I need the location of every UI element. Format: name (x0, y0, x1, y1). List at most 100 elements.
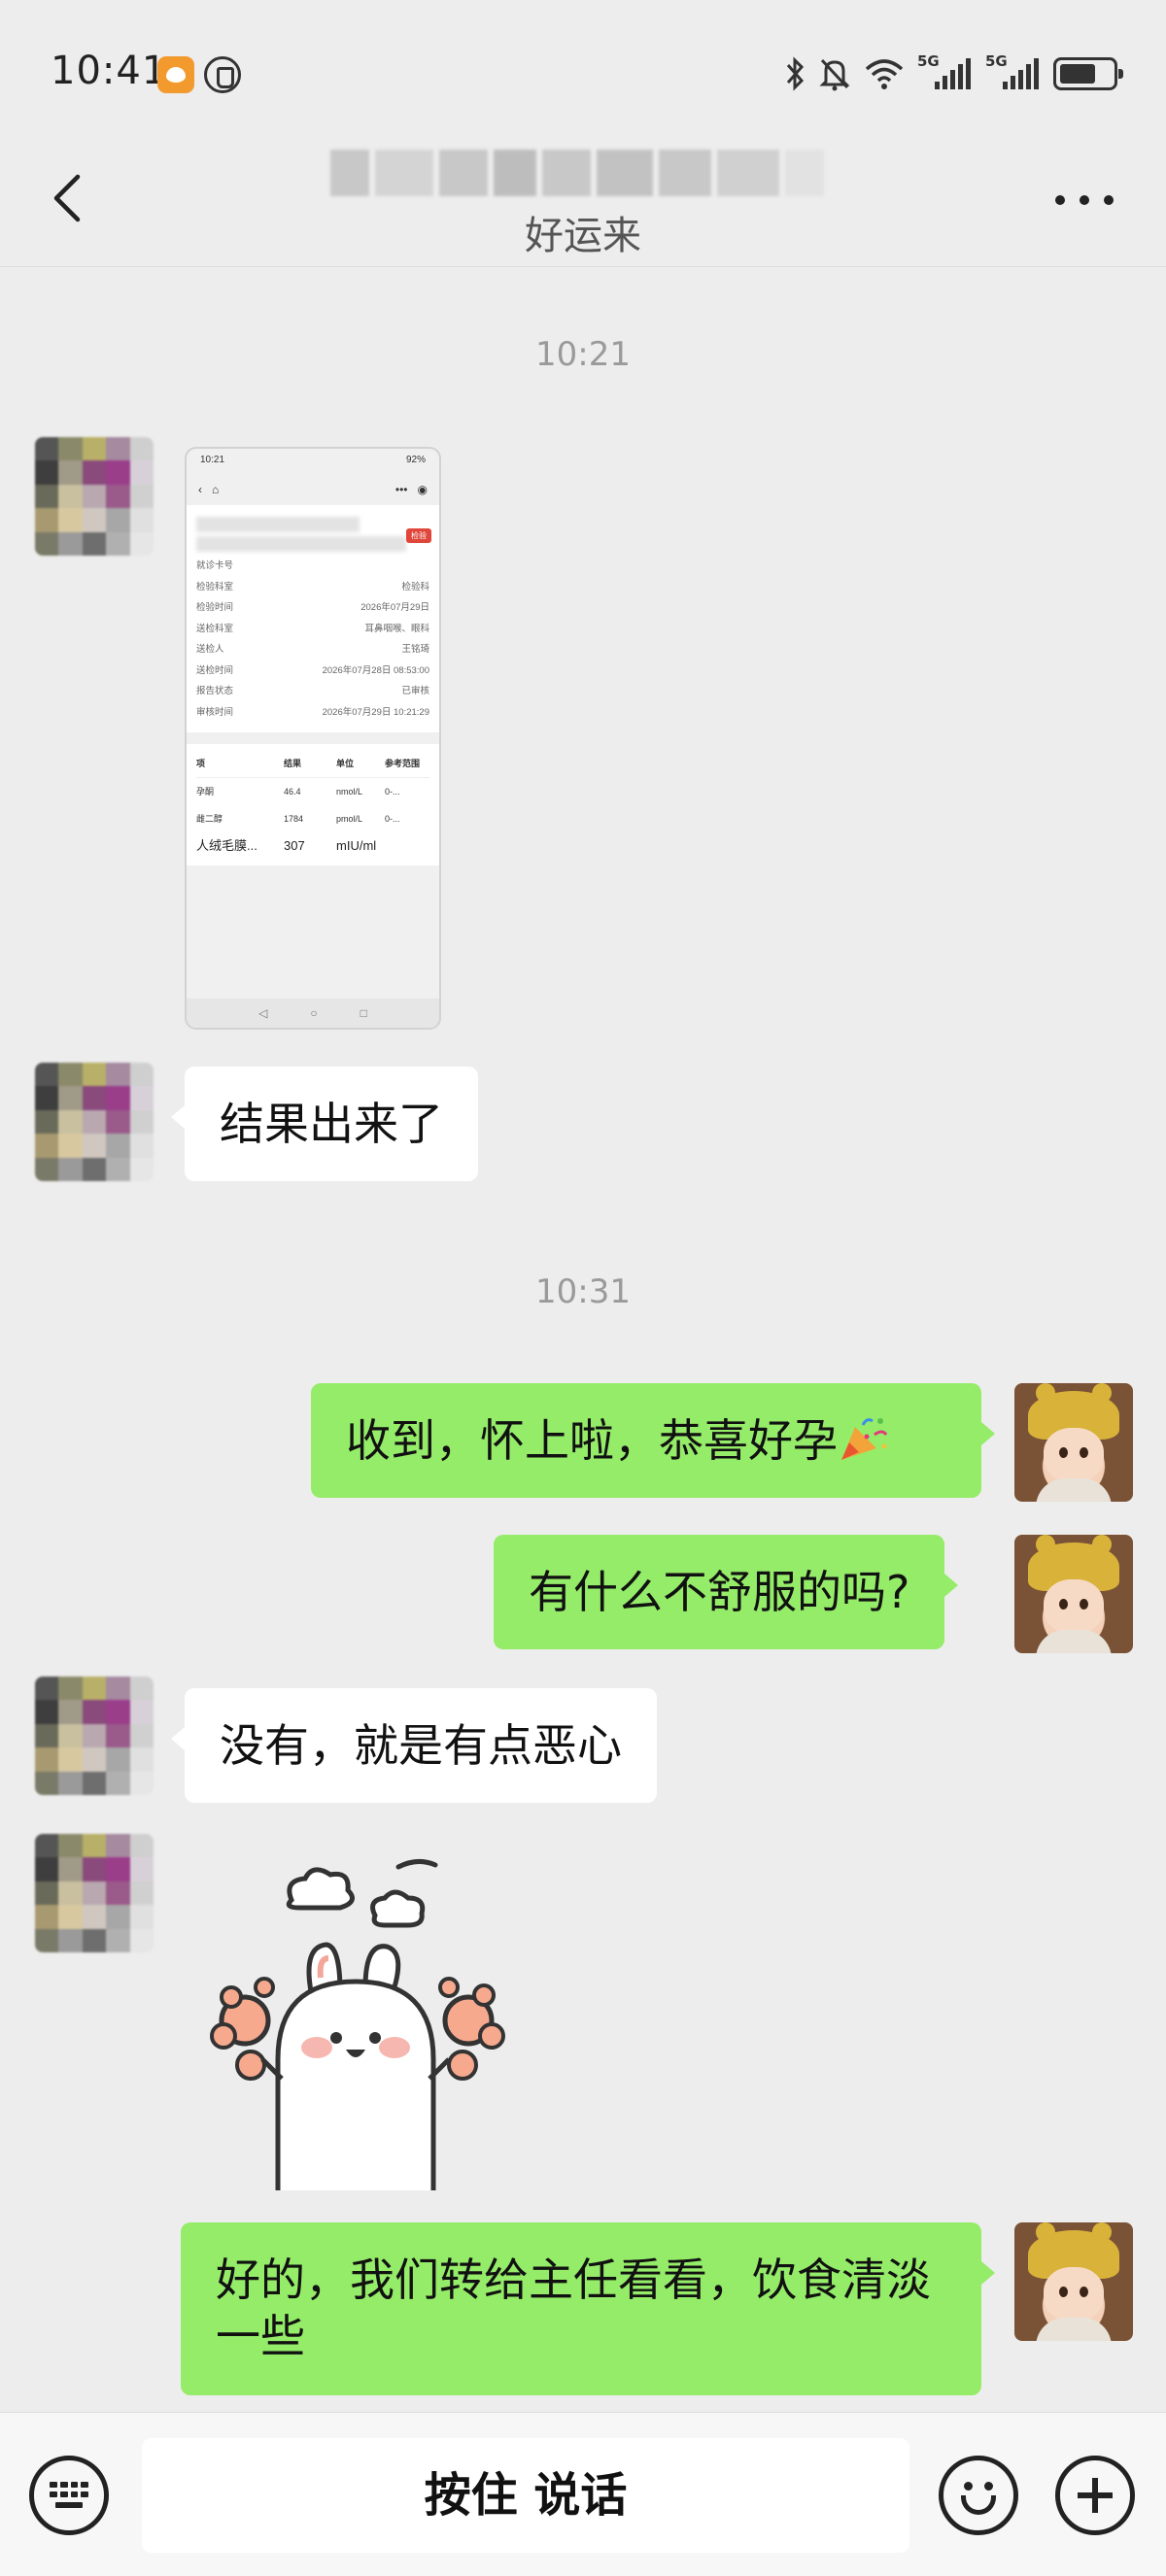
avatar-body (1036, 2318, 1112, 2341)
cell-signal-icon-1: 5G (917, 52, 972, 91)
thumb-system-nav: ◁ ○ □ (187, 999, 439, 1028)
thumb-nav: ‹ ⌂ ••• ◉ (187, 474, 439, 505)
mute-bell-icon (818, 56, 851, 91)
thumb-row-value: 2026年07月29日 (360, 602, 429, 613)
thumb-nav-home-icon: ○ (310, 1006, 318, 1020)
table-header-cell: 结果 (284, 759, 302, 768)
thumb-row-value: 2026年07月28日 08:53:00 (322, 664, 429, 676)
status-icons: 5G 5G (785, 52, 1123, 95)
message-text: 结果出来了 (220, 1098, 443, 1150)
message-bubble-outgoing[interactable]: 有什么不舒服的吗? (494, 1535, 959, 1649)
thumb-row-value: 2026年07月29日 10:21:29 (322, 706, 429, 718)
table-row: 孕酮 46.4 nmol/L 0-... (196, 778, 429, 805)
thumb-table-header: 项 结果 单位 参考范围 (196, 750, 429, 778)
thumb-row-label: 就诊卡号 (196, 560, 234, 571)
thumb-report-row: 就诊卡号 (196, 556, 429, 577)
avatar-face (1044, 1428, 1104, 1482)
bluetooth-icon (785, 56, 805, 91)
thumb-row-label: 送检人 (196, 644, 224, 655)
avatar-contact[interactable] (35, 1677, 154, 1795)
thumb-report-row: 审核时间 2026年07月29日 10:21:29 (196, 702, 429, 724)
thumb-report-row: 送检科室 耳鼻咽喉、眼科 (196, 619, 429, 640)
thumb-row-label: 送检时间 (196, 664, 234, 676)
thumb-nav-back-icon: ◁ (258, 1006, 268, 1020)
timestamp: 10:31 (535, 1272, 631, 1311)
chat-input-bar: 按住 说话 (0, 2412, 1166, 2576)
thumb-nav-recent-icon: □ (360, 1006, 367, 1020)
avatar-self[interactable] (1014, 1383, 1133, 1502)
chat-header: 好运来 (0, 146, 1166, 267)
hold-to-talk-button[interactable]: 按住 说话 (142, 2438, 909, 2553)
table-cell: 46.4 (284, 787, 301, 797)
thumb-back-icon: ‹ (198, 483, 202, 496)
thumb-close-icon: ◉ (417, 483, 428, 496)
table-cell: nmol/L (336, 787, 363, 797)
message-text: 没有，就是有点恶心 (220, 1719, 622, 1772)
timestamp: 10:21 (535, 335, 631, 374)
thumb-redacted-info (196, 536, 406, 552)
thumb-result-table: 项 结果 单位 参考范围 孕酮 46.4 nmol/L 0-... 雌二醇 17… (187, 744, 439, 865)
thumb-row-label: 报告状态 (196, 686, 234, 696)
table-header-cell: 参考范围 (385, 759, 421, 768)
more-icon[interactable] (1055, 190, 1114, 210)
battery-icon (1053, 57, 1123, 90)
thumb-battery: 92% (405, 455, 426, 465)
thumb-row-value: 耳鼻咽喉、眼科 (364, 623, 429, 634)
table-header-cell: 项 (196, 759, 206, 768)
thumb-row-label: 检验时间 (196, 602, 234, 613)
bunny-sticker[interactable] (194, 1846, 525, 2190)
party-popper-icon (838, 1415, 888, 1462)
avatar-contact[interactable] (35, 437, 154, 556)
table-cell: 0-... (385, 787, 400, 797)
thumb-home-icon: ⌂ (212, 483, 220, 496)
table-cell: 1784 (284, 814, 304, 824)
lab-report-screenshot-thumbnail[interactable]: 10:21 92% ‹ ⌂ ••• ◉ 检验 就诊卡号检验科室 检验科检验时间 20… (185, 447, 441, 1030)
thumb-more-icon: ••• (394, 483, 408, 496)
thumb-report-row: 送检时间 2026年07月28日 08:53:00 (196, 661, 429, 682)
thumb-report-row: 检验科室 检验科 (196, 577, 429, 598)
table-cell: 0-... (385, 814, 400, 824)
hand-notification-icon (204, 56, 241, 93)
thumb-report-card: 检验 就诊卡号检验科室 检验科检验时间 2026年07月29日送检科室 耳鼻咽喉、眼科… (187, 505, 439, 732)
thumb-report-rows: 就诊卡号检验科室 检验科检验时间 2026年07月29日送检科室 耳鼻咽喉、眼科送检人… (196, 556, 429, 723)
table-cell: 雌二醇 (196, 814, 223, 824)
avatar-face (1044, 2267, 1104, 2322)
table-cell: mIU/ml (336, 838, 377, 853)
message-bubble-outgoing[interactable]: 好的，我们转给主任看看，饮食清淡一些 (181, 2222, 995, 2395)
thumb-status-bar: 10:21 92% (187, 449, 439, 474)
thumb-row-value: 已审核 (401, 686, 429, 696)
table-cell: 307 (284, 838, 305, 853)
avatar-self[interactable] (1014, 2222, 1133, 2341)
message-bubble-incoming[interactable]: 结果出来了 (171, 1067, 478, 1181)
thumb-tag: 检验 (406, 528, 431, 543)
cell-signal-icon-2: 5G (985, 52, 1040, 91)
thumb-row-label: 审核时间 (196, 706, 234, 718)
message-bubble-incoming[interactable]: 没有，就是有点恶心 (171, 1688, 657, 1803)
thumb-row-value: 检验科 (401, 581, 429, 593)
thumb-redacted-name (196, 517, 360, 532)
avatar-contact[interactable] (35, 1834, 154, 1952)
emoji-icon[interactable] (939, 2456, 1018, 2535)
message-bubble-outgoing[interactable]: 收到，怀上啦，恭喜好孕 (311, 1383, 995, 1498)
plus-icon[interactable] (1055, 2456, 1135, 2535)
status-bar: 10:41 5G 5G (0, 0, 1166, 146)
avatar-self[interactable] (1014, 1535, 1133, 1653)
chat-subtitle: 好运来 (525, 214, 641, 258)
notification-app-icon (157, 56, 194, 93)
wifi-icon (865, 57, 904, 90)
table-cell: 孕酮 (196, 787, 215, 797)
table-row: 雌二醇 1784 pmol/L 0-... (196, 805, 429, 832)
thumb-row-value: 王铭琦 (401, 644, 429, 655)
table-row: 人绒毛膜... 307 mIU/ml (196, 832, 429, 860)
avatar-contact[interactable] (35, 1063, 154, 1181)
avatar-body (1036, 1478, 1112, 1502)
avatar-face (1044, 1579, 1104, 1634)
status-time: 10:41 (51, 49, 168, 93)
thumb-report-row: 检验时间 2026年07月29日 (196, 597, 429, 619)
thumb-row-label: 送检科室 (196, 623, 234, 634)
table-header-cell: 单位 (336, 759, 355, 768)
chat-title-redacted (330, 146, 826, 200)
thumb-time: 10:21 (200, 455, 225, 465)
message-text: 好的，我们转给主任看看，饮食清淡一些 (216, 2254, 931, 2362)
keyboard-icon[interactable] (29, 2456, 109, 2535)
